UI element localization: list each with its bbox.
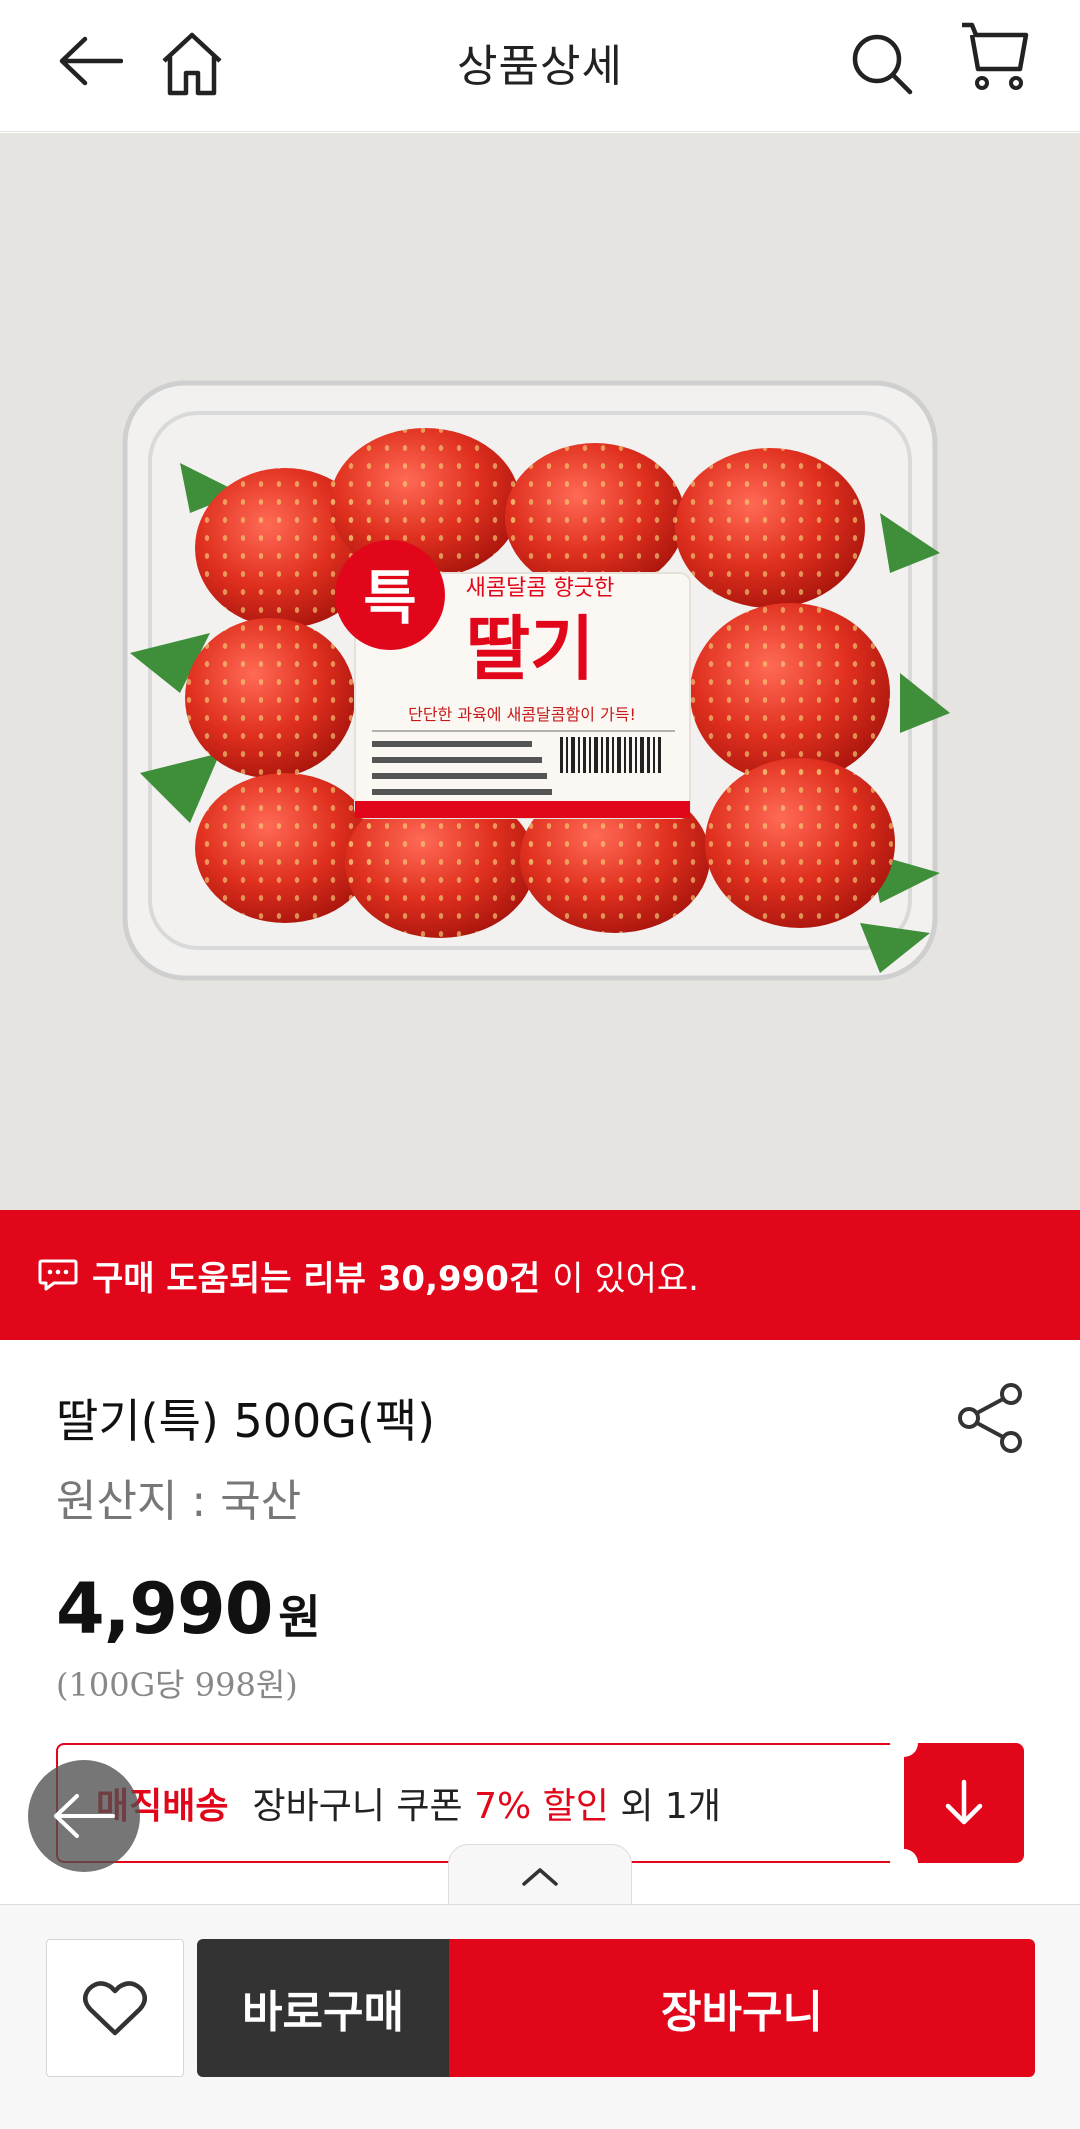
- label-grade-badge: 특: [363, 564, 416, 632]
- coupon-discount: 7% 할인: [474, 1786, 609, 1827]
- price-currency: 원: [278, 1590, 321, 1644]
- app-header: 상품상세: [0, 0, 1080, 132]
- coupon-text-after: 외 1개: [620, 1786, 721, 1827]
- collapse-toggle[interactable]: [448, 1844, 632, 1906]
- heart-icon: [83, 1981, 147, 2036]
- chevron-up-icon: [522, 1867, 558, 1886]
- label-product: 딸기: [466, 608, 595, 690]
- search-icon[interactable]: [840, 22, 924, 106]
- coupon-download-button[interactable]: [904, 1743, 1024, 1863]
- label-subline: 단단한 과육에 새콤달콤함이 가득!: [408, 705, 636, 724]
- floating-back-button[interactable]: [28, 1760, 140, 1872]
- share-icon[interactable]: [955, 1382, 1027, 1454]
- wishlist-button[interactable]: [46, 1939, 184, 2077]
- product-name: 딸기(특) 500G(팩): [56, 1394, 436, 1448]
- unit-price: (100G당 998원): [56, 1666, 298, 1704]
- chat-bubble-icon: [38, 1259, 78, 1291]
- label-tagline: 새콤달콤 향긋한: [466, 576, 615, 601]
- coupon-text-before: 장바구니 쿠폰: [252, 1786, 463, 1827]
- buy-now-button[interactable]: 바로구매: [197, 1939, 449, 2077]
- add-to-cart-button[interactable]: 장바구니: [449, 1939, 1035, 2077]
- coupon-text: 장바구니 쿠폰 7% 할인 외 1개: [252, 1777, 720, 1829]
- strawberry-pack-image: 특 새콤달콤 향긋한 딸기 단단한 과육에 새콤달콤함이 가득!: [122, 380, 950, 981]
- back-arrow-icon: [54, 1794, 115, 1838]
- review-banner[interactable]: 구매 도움되는 리뷰 30,990건 이 있어요.: [0, 1210, 1080, 1340]
- bottom-action-bar: 바로구매 장바구니: [0, 1904, 1080, 2129]
- review-count-text: 구매 도움되는 리뷰 30,990건: [92, 1258, 541, 1299]
- product-image-carousel[interactable]: 특 새콤달콤 향긋한 딸기 단단한 과육에 새콤달콤함이 가득! 1/3: [0, 133, 1080, 1210]
- cart-icon[interactable]: [950, 12, 1040, 102]
- review-suffix-text: 이 있어요.: [552, 1258, 699, 1299]
- price-row: 4,990 원: [56, 1568, 321, 1650]
- arrow-down-icon: [945, 1779, 983, 1825]
- coupon-notch: [890, 1729, 918, 1757]
- product-origin: 원산지 : 국산: [56, 1476, 302, 1527]
- product-price: 4,990: [56, 1568, 273, 1650]
- coupon-notch: [890, 1849, 918, 1877]
